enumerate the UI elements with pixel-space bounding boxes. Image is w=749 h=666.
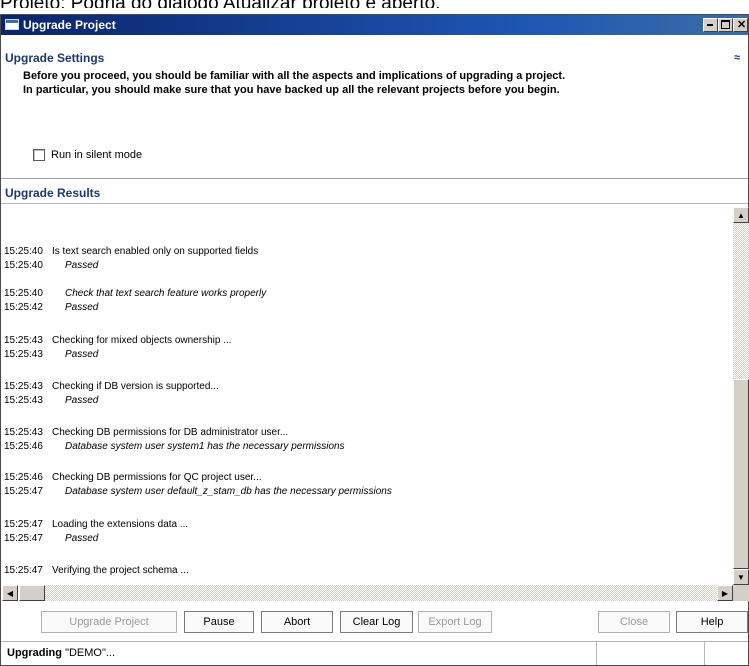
status-prefix: Upgrading (7, 647, 62, 659)
log-timestamp: 15:25:46 (4, 441, 43, 452)
close-icon: ✕ (737, 19, 747, 31)
window-title: Upgrade Project (23, 18, 116, 32)
upgrade-results-header: Upgrade Results (1, 184, 748, 202)
arrow-up-icon: ▲ (737, 210, 745, 220)
log-entry: 15:25:47 Loading the extensions data ... (4, 518, 188, 531)
upgrade-project-button[interactable]: Upgrade Project (41, 611, 177, 633)
log-timestamp: 15:25:43 (4, 349, 43, 360)
status-cell-1 (596, 642, 704, 665)
log-message: Check that text search feature works pro… (65, 288, 267, 299)
page-caption: Projeto: Podria do diálogo Atualizar pro… (0, 0, 749, 8)
log-entry: 15:25:43 Checking if DB version is suppor… (4, 380, 219, 393)
export-log-button[interactable]: Export Log (418, 611, 492, 633)
horizontal-scroll-thumb[interactable] (19, 585, 45, 601)
log-entry: 15:25:47 Database system user default_z_s… (4, 485, 392, 498)
log-message: Passed (65, 349, 99, 360)
log-timestamp: 15:25:43 (4, 395, 43, 406)
upgrade-results-title: Upgrade Results (5, 186, 101, 200)
scrollbar-corner (733, 585, 749, 601)
log-timestamp: 15:25:47 (4, 486, 43, 497)
upgrade-settings-header: Upgrade Settings ≈ (1, 49, 748, 67)
status-text: Upgrading "DEMO"... (7, 647, 115, 659)
intro-line-1: Before you proceed, you should be famili… (23, 70, 566, 82)
silent-mode-label: Run in silent mode (51, 149, 143, 161)
abort-button[interactable]: Abort (261, 611, 333, 633)
log-timestamp: 15:25:43 (4, 427, 43, 438)
log-message: Database system user default_z_stam_db h… (65, 486, 392, 497)
log-entry: 15:25:42 Passed (4, 301, 98, 314)
scroll-right-button[interactable]: ▶ (717, 585, 733, 601)
log-message: Passed (65, 533, 99, 544)
log-message: Passed (65, 395, 99, 406)
log-entry: 15:25:46 Checking DB permissions for QC p… (4, 471, 262, 484)
log-timestamp: 15:25:40 (4, 260, 43, 271)
log-message: Loading the extensions data ... (52, 519, 189, 530)
log-timestamp: 15:25:46 (4, 472, 43, 483)
log-timestamp: 15:25:42 (4, 302, 43, 313)
intro-line-2: In particular, you should make sure that… (23, 84, 560, 96)
maximize-button[interactable] (718, 18, 733, 32)
button-bar: Upgrade Project Pause Abort Clear Log Ex… (1, 603, 748, 637)
log-timestamp: 15:25:47 (4, 565, 43, 576)
minimize-button[interactable] (703, 18, 718, 32)
clear-log-button[interactable]: Clear Log (340, 611, 413, 633)
horizontal-scrollbar[interactable]: ▶ (19, 585, 733, 601)
log-message: Database system user system1 has the nec… (65, 441, 345, 452)
log-timestamp: 15:25:43 (4, 335, 43, 346)
upgrade-log[interactable]: 15:25:40 Is text search enabled only on s… (2, 207, 733, 585)
close-button[interactable]: Close (598, 611, 670, 633)
settings-divider (1, 178, 748, 180)
scroll-up-button[interactable]: ▲ (733, 207, 749, 223)
silent-mode-checkbox[interactable] (33, 149, 45, 161)
log-message: Checking if DB version is supported... (52, 381, 219, 392)
log-entry: 15:25:43 Checking for mixed objects owner… (4, 334, 232, 347)
arrow-right-icon: ▶ (721, 588, 729, 598)
vertical-scrollbar[interactable]: ▲ ▼ (733, 207, 749, 585)
log-entry: 15:25:40 Check that text search feature w… (4, 287, 266, 300)
status-project: "DEMO"... (65, 647, 116, 659)
arrow-left-icon: ◀ (6, 588, 14, 598)
scroll-down-button[interactable]: ▼ (733, 569, 749, 585)
upgrade-project-dialog: Upgrade Project ✕ Upgrade Settings ≈ Bef… (0, 14, 749, 666)
upgrade-settings-title: Upgrade Settings (5, 51, 105, 65)
log-entry: 15:25:47 Verifying the project schema ... (4, 564, 189, 577)
arrow-down-icon: ▼ (737, 572, 745, 582)
log-entry: 15:25:47 Passed (4, 532, 98, 545)
log-message: Checking DB permissions for QC project u… (52, 472, 262, 483)
log-entry: 15:25:43 Passed (4, 348, 98, 361)
upgrade-intro: Before you proceed, you should be famili… (23, 69, 733, 97)
log-timestamp: 15:25:47 (4, 519, 43, 530)
log-entry: 15:25:40 Is text search enabled only on s… (4, 245, 258, 258)
maximize-icon (721, 20, 730, 29)
log-entry: 15:25:40 Passed (4, 259, 98, 272)
status-bar: Upgrading "DEMO"... (1, 641, 748, 665)
minimize-icon (707, 24, 713, 26)
log-timestamp: 15:25:43 (4, 381, 43, 392)
log-message: Is text search enabled only on supported… (52, 246, 259, 257)
log-timestamp: 15:25:47 (4, 533, 43, 544)
log-timestamp: 15:25:40 (4, 288, 43, 299)
silent-mode-option[interactable]: Run in silent mode (33, 148, 142, 162)
scroll-left-button[interactable]: ◀ (2, 585, 18, 601)
log-entry: 15:25:43 Checking DB permissions for DB a… (4, 426, 288, 439)
close-window-button[interactable]: ✕ (733, 18, 748, 32)
log-timestamp: 15:25:40 (4, 246, 43, 257)
status-cell-2 (704, 642, 748, 665)
window-icon (5, 19, 19, 30)
results-divider (1, 203, 748, 204)
log-message: Checking DB permissions for DB administr… (52, 427, 289, 438)
log-message: Passed (65, 302, 99, 313)
log-message: Passed (65, 260, 99, 271)
log-entry: 15:25:43 Passed (4, 394, 98, 407)
help-button[interactable]: Help (676, 611, 748, 633)
pause-button[interactable]: Pause (184, 611, 254, 633)
vertical-scroll-thumb[interactable] (733, 379, 749, 569)
log-entry: 15:25:46 Database system user system1 has… (4, 440, 345, 453)
title-bar[interactable]: Upgrade Project ✕ (1, 15, 748, 35)
log-message: Checking for mixed objects ownership ... (52, 335, 232, 346)
collapse-icon[interactable]: ≈ (734, 49, 740, 67)
log-message: Verifying the project schema ... (52, 565, 189, 576)
